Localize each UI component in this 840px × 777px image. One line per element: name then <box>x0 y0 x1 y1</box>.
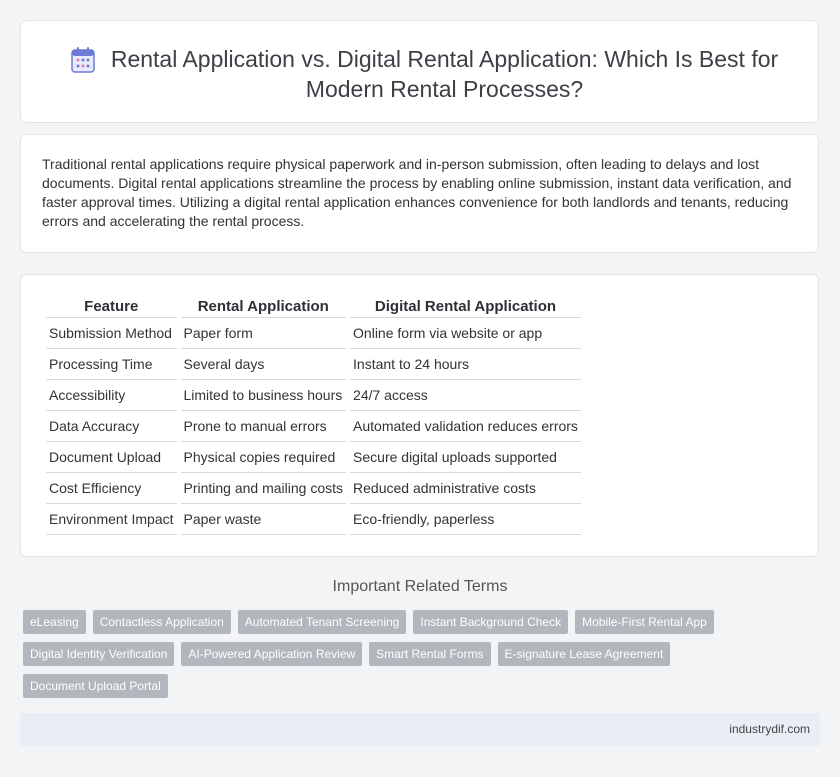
feature-cell: Data Accuracy <box>46 411 177 442</box>
tag-instant-background-check[interactable]: Instant Background Check <box>413 610 569 634</box>
column-header-digital-rental-application: Digital Rental Application <box>350 295 581 318</box>
comparison-card: Feature Rental Application Digital Renta… <box>20 274 819 557</box>
digital-cell: Eco-friendly, paperless <box>350 504 581 535</box>
digital-cell: Instant to 24 hours <box>350 349 581 380</box>
table-row: Submission Method Paper form Online form… <box>46 318 581 349</box>
intro-paragraph: Traditional rental applications require … <box>42 156 792 229</box>
table-row: Environment Impact Paper waste Eco-frien… <box>46 504 581 535</box>
rental-cell: Physical copies required <box>180 442 347 473</box>
digital-cell: Online form via website or app <box>350 318 581 349</box>
table-row: Processing Time Several days Instant to … <box>46 349 581 380</box>
footer-bar: industrydif.com <box>20 713 820 746</box>
tag-mobile-first-rental-app[interactable]: Mobile-First Rental App <box>575 610 714 634</box>
column-header-feature: Feature <box>46 295 177 318</box>
related-terms-list: eLeasing Contactless Application Automat… <box>23 610 743 698</box>
rental-cell: Printing and mailing costs <box>180 473 347 504</box>
tag-eleasing[interactable]: eLeasing <box>23 610 86 634</box>
page-title: Rental Application vs. Digital Rental Ap… <box>110 46 779 102</box>
rental-cell: Paper waste <box>180 504 347 535</box>
related-terms-heading: Important Related Terms <box>332 578 508 595</box>
tag-document-upload-portal[interactable]: Document Upload Portal <box>23 674 168 698</box>
tag-ai-powered-application-review[interactable]: AI-Powered Application Review <box>181 642 363 666</box>
feature-cell: Environment Impact <box>46 504 177 535</box>
digital-cell: Automated validation reduces errors <box>350 411 581 442</box>
footer-site-link[interactable]: industrydif.com <box>729 722 810 736</box>
rental-cell: Paper form <box>180 318 347 349</box>
table-row: Data Accuracy Prone to manual errors Aut… <box>46 411 581 442</box>
intro-card: Traditional rental applications require … <box>20 134 819 253</box>
tag-e-signature-lease-agreement[interactable]: E-signature Lease Agreement <box>497 642 671 666</box>
rental-cell: Limited to business hours <box>180 380 347 411</box>
digital-cell: Secure digital uploads supported <box>350 442 581 473</box>
feature-cell: Document Upload <box>46 442 177 473</box>
tag-digital-identity-verification[interactable]: Digital Identity Verification <box>23 642 175 666</box>
tag-contactless-application[interactable]: Contactless Application <box>92 610 231 634</box>
digital-cell: Reduced administrative costs <box>350 473 581 504</box>
rental-cell: Several days <box>180 349 347 380</box>
column-header-rental-application: Rental Application <box>180 295 347 318</box>
digital-cell: 24/7 access <box>350 380 581 411</box>
feature-cell: Submission Method <box>46 318 177 349</box>
table-row: Accessibility Limited to business hours … <box>46 380 581 411</box>
comparison-table: Feature Rental Application Digital Renta… <box>42 295 585 535</box>
table-header-row: Feature Rental Application Digital Renta… <box>46 295 581 318</box>
title-card: Rental Application vs. Digital Rental Ap… <box>20 20 819 123</box>
feature-cell: Cost Efficiency <box>46 473 177 504</box>
rental-cell: Prone to manual errors <box>180 411 347 442</box>
feature-cell: Accessibility <box>46 380 177 411</box>
table-row: Cost Efficiency Printing and mailing cos… <box>46 473 581 504</box>
feature-cell: Processing Time <box>46 349 177 380</box>
tag-automated-tenant-screening[interactable]: Automated Tenant Screening <box>237 610 407 634</box>
table-row: Document Upload Physical copies required… <box>46 442 581 473</box>
tag-smart-rental-forms[interactable]: Smart Rental Forms <box>369 642 491 666</box>
